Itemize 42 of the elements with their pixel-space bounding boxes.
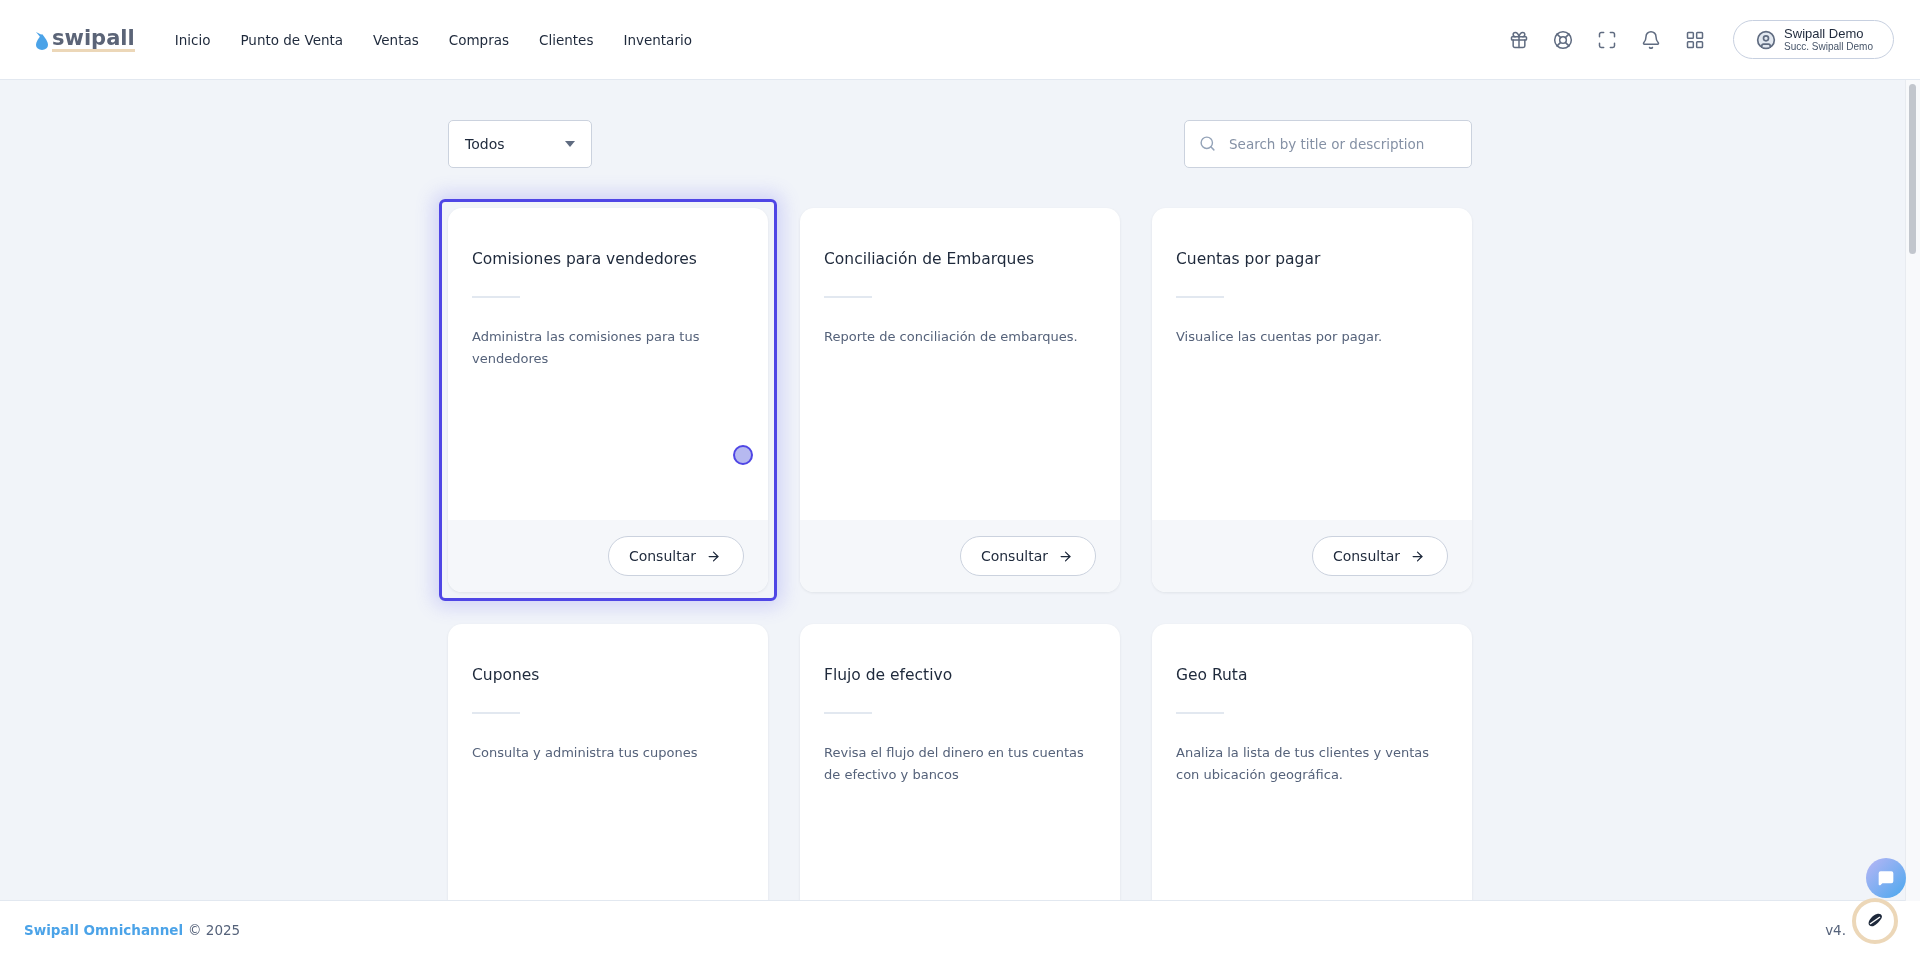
caret-icon <box>565 141 575 147</box>
card-title: Geo Ruta <box>1176 666 1249 684</box>
drop-icon <box>34 29 50 50</box>
category-select[interactable]: Todos <box>448 120 592 168</box>
nav-link[interactable]: Clientes <box>539 31 594 48</box>
footer-brand: Swipall Omnichannel <box>24 921 184 938</box>
footer-copyright: © 2025 <box>188 921 241 938</box>
arrow-right-icon <box>1410 548 1425 564</box>
grid-icon[interactable] <box>1685 29 1706 50</box>
arrow-right-icon <box>1058 548 1073 564</box>
lifebuoy-icon[interactable] <box>1553 29 1574 50</box>
search-field[interactable]: Search by title or description <box>1184 120 1472 168</box>
nav-link[interactable]: Compras <box>448 31 509 48</box>
card-title: Cuentas por pagar <box>1176 250 1322 268</box>
search-icon <box>1199 135 1216 152</box>
expand-icon[interactable] <box>1597 29 1618 50</box>
card-title: Flujo de efectivo <box>824 666 954 684</box>
logo[interactable]: swipall <box>52 27 135 52</box>
nav-link[interactable]: Ventas <box>373 31 419 48</box>
chat-icon <box>1878 870 1894 886</box>
arrow-right-icon <box>706 548 721 564</box>
user-avatar-icon <box>1756 29 1777 50</box>
card-description: Visualice las cuentas por pagar. <box>1176 328 1384 346</box>
gift-icon[interactable] <box>1509 29 1530 50</box>
card-description: Analiza la lista de tus clientes y ventas con ubicación geográfica. <box>1176 744 1430 784</box>
bell-icon[interactable] <box>1641 29 1662 50</box>
nav-link[interactable]: Punto de Venta <box>240 31 344 48</box>
card-description: Revisa el flujo del dinero en tus cuentas de efectivo y bancos <box>824 744 1085 784</box>
card-title: Conciliación de Embarques <box>824 250 1036 268</box>
version-text: v4. <box>1825 921 1846 938</box>
user-menu-button[interactable]: Swipall Demo Succ. Swipall Demo <box>1733 20 1894 59</box>
consult-button[interactable]: Consultar <box>607 536 744 576</box>
card-title: Comisiones para vendedores <box>472 250 698 268</box>
nav-link[interactable]: Inventario <box>623 31 692 48</box>
consult-button[interactable]: Consultar <box>1311 536 1448 576</box>
card-description: Administra las comisiones para tus vendedores <box>472 328 701 368</box>
consult-button[interactable]: Consultar <box>959 536 1096 576</box>
card-title: Cupones <box>472 666 541 684</box>
cursor-dot <box>733 445 753 465</box>
card-description: Consulta y administra tus cupones <box>472 744 699 762</box>
nav-link[interactable]: Inicio <box>174 31 211 48</box>
card-description: Reporte de conciliación de embarques. <box>824 328 1079 346</box>
